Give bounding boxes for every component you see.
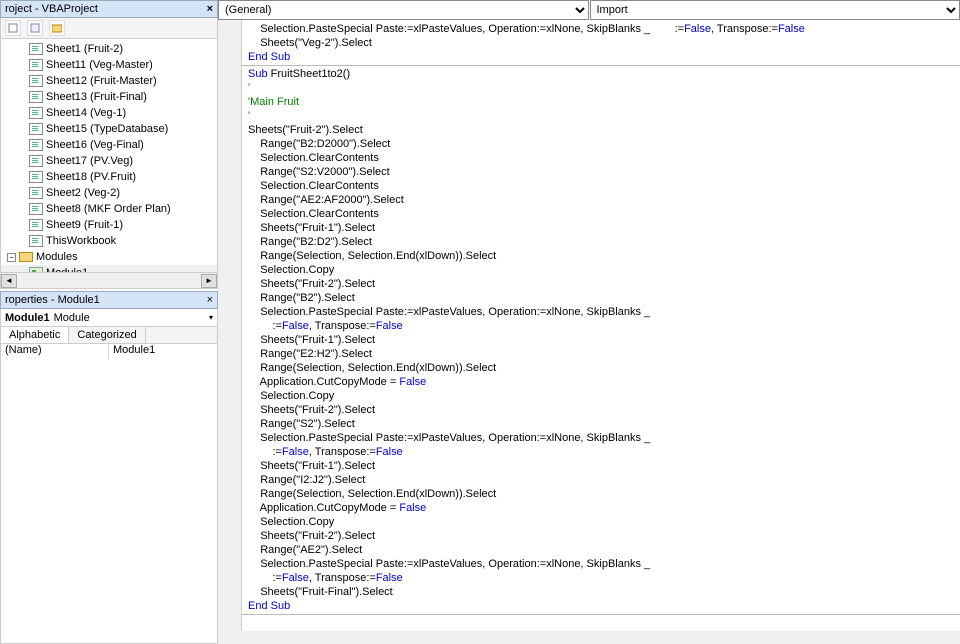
left-pane: roject - VBAProject × Sheet1 (Fruit-2)Sh… [0, 0, 218, 631]
tree-item-label: Sheet15 (TypeDatabase) [46, 123, 168, 135]
tree-item-sheet[interactable]: Sheet12 (Fruit-Master) [1, 73, 217, 89]
sheet-icon [29, 43, 43, 55]
tree-item-sheet[interactable]: Sheet11 (Veg-Master) [1, 57, 217, 73]
tree-item-label: Sheet11 (Veg-Master) [46, 59, 153, 71]
tab-categorized[interactable]: Categorized [69, 327, 145, 343]
sheet-icon [29, 59, 43, 71]
collapse-icon[interactable]: − [7, 253, 16, 262]
tree-item-sheet[interactable]: Sheet14 (Veg-1) [1, 105, 217, 121]
scroll-right-icon[interactable]: ► [201, 274, 217, 288]
tree-item-module[interactable]: Module1 [1, 265, 217, 273]
object-dropdown[interactable]: (General) [218, 0, 589, 20]
properties-title[interactable]: roperties - Module1 × [0, 291, 218, 309]
sheet-icon [29, 91, 43, 103]
properties-object-select[interactable]: Module1 Module ▾ [0, 309, 218, 327]
code-editor[interactable]: Selection.PasteSpecial Paste:=xlPasteVal… [242, 20, 960, 631]
tree-item-label: Sheet16 (Veg-Final) [46, 139, 144, 151]
sheet-icon [29, 139, 43, 151]
tree-item-label: Sheet2 (Veg-2) [46, 187, 120, 199]
module-icon [29, 267, 43, 273]
properties-tabs: Alphabetic Categorized [0, 327, 218, 344]
sheet-icon [29, 171, 43, 183]
sheet-icon [29, 123, 43, 135]
tab-alphabetic[interactable]: Alphabetic [1, 327, 69, 343]
folder-icon [19, 251, 33, 263]
tree-item-label: Modules [36, 251, 78, 263]
tree-item-sheet[interactable]: Sheet1 (Fruit-2) [1, 41, 217, 57]
tree-item-sheet[interactable]: Sheet17 (PV.Veg) [1, 153, 217, 169]
object-type: Module [54, 312, 90, 324]
property-row[interactable]: (Name) Module1 [1, 344, 217, 360]
sheet-icon [29, 187, 43, 199]
code-pane: (General) Import Selection.PasteSpecial … [218, 0, 960, 631]
tree-hscroll[interactable]: ◄ ► [0, 273, 218, 289]
sheet-icon [29, 219, 43, 231]
code-margin[interactable] [218, 20, 242, 631]
tree-item-label: Sheet1 (Fruit-2) [46, 43, 123, 55]
code-dropdowns: (General) Import [218, 0, 960, 21]
tree-item-label: Sheet12 (Fruit-Master) [46, 75, 157, 87]
tree-item-label: Sheet8 (MKF Order Plan) [46, 203, 171, 215]
project-tree[interactable]: Sheet1 (Fruit-2) Sheet11 (Veg-Master) Shee… [0, 39, 218, 273]
project-explorer-title[interactable]: roject - VBAProject × [0, 0, 218, 18]
object-name: Module1 [5, 312, 50, 324]
procedure-dropdown[interactable]: Import [590, 0, 960, 20]
property-key: (Name) [1, 344, 109, 360]
sheet-icon [29, 235, 43, 247]
project-toolbar [0, 18, 218, 39]
tree-item-sheet[interactable]: Sheet15 (TypeDatabase) [1, 121, 217, 137]
tree-item-label: Sheet17 (PV.Veg) [46, 155, 133, 167]
tree-item-sheet[interactable]: Sheet18 (PV.Fruit) [1, 169, 217, 185]
toggle-folders-button[interactable] [49, 20, 65, 36]
tree-item-label: Sheet14 (Veg-1) [46, 107, 126, 119]
tree-item-sheet[interactable]: Sheet2 (Veg-2) [1, 185, 217, 201]
tree-item-label: Module1 [46, 267, 88, 273]
property-value[interactable]: Module1 [109, 344, 217, 360]
view-object-button[interactable] [27, 20, 43, 36]
view-code-button[interactable] [5, 20, 21, 36]
tree-item-sheet[interactable]: Sheet8 (MKF Order Plan) [1, 201, 217, 217]
tree-item-sheet[interactable]: Sheet13 (Fruit-Final) [1, 89, 217, 105]
tree-item-label: Sheet13 (Fruit-Final) [46, 91, 147, 103]
tree-item-label: Sheet9 (Fruit-1) [46, 219, 123, 231]
sheet-icon [29, 75, 43, 87]
tree-item-label: ThisWorkbook [46, 235, 116, 247]
tree-folder-modules[interactable]: − Modules [1, 249, 217, 265]
project-explorer-label: roject - VBAProject [5, 3, 98, 15]
tree-item-sheet[interactable]: Sheet9 (Fruit-1) [1, 217, 217, 233]
properties-grid[interactable]: (Name) Module1 [0, 344, 218, 644]
tree-item-sheet[interactable]: Sheet16 (Veg-Final) [1, 137, 217, 153]
chevron-down-icon: ▾ [209, 313, 213, 322]
close-icon[interactable]: × [207, 3, 213, 15]
sheet-icon [29, 107, 43, 119]
sheet-icon [29, 155, 43, 167]
tree-item-sheet[interactable]: ThisWorkbook [1, 233, 217, 249]
scroll-left-icon[interactable]: ◄ [1, 274, 17, 288]
sheet-icon [29, 203, 43, 215]
properties-label: roperties - Module1 [5, 294, 100, 306]
close-icon[interactable]: × [207, 294, 213, 306]
tree-item-label: Sheet18 (PV.Fruit) [46, 171, 136, 183]
